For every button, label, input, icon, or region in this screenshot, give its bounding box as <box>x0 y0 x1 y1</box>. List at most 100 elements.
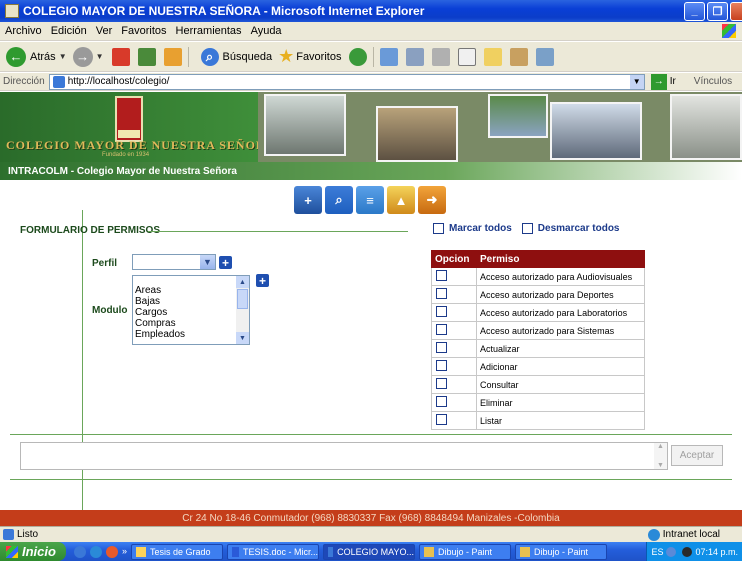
permission-checkbox[interactable] <box>436 342 447 353</box>
modulo-scrollbar[interactable]: ▲ ▼ <box>236 276 249 344</box>
permission-checkbox[interactable] <box>436 306 447 317</box>
language-indicator[interactable]: ES <box>651 547 663 557</box>
table-row: Actualizar <box>431 339 645 358</box>
folder-icon[interactable] <box>484 47 503 66</box>
permission-checkbox[interactable] <box>436 378 447 389</box>
comments-textarea[interactable]: ▲ ▼ <box>20 442 668 470</box>
close-button[interactable] <box>730 1 742 21</box>
taskbar-item[interactable]: Dibujo - Paint <box>419 543 512 560</box>
banner-photo <box>550 102 642 160</box>
menu-edicion[interactable]: Edición <box>51 25 87 37</box>
add-perfil-button[interactable]: + <box>219 256 232 269</box>
chevron-down-icon: ▼ <box>58 52 67 61</box>
ie-icon[interactable] <box>74 545 86 558</box>
messenger-icon[interactable] <box>536 47 555 66</box>
go-button[interactable]: Ir <box>670 76 676 87</box>
taskbar-item[interactable]: Tesis de Grado <box>131 543 224 560</box>
modulo-option[interactable]: Empleados <box>135 329 185 340</box>
task-label: Tesis de Grado <box>150 546 211 557</box>
permission-checkbox[interactable] <box>436 396 447 407</box>
menu-ver[interactable]: Ver <box>96 25 113 37</box>
firefox-icon[interactable] <box>106 545 118 558</box>
menu-herramientas[interactable]: Herramientas <box>176 25 242 37</box>
media-icon[interactable] <box>349 47 368 66</box>
clear-icon[interactable]: ▲ <box>387 186 415 214</box>
scroll-down-icon[interactable]: ▼ <box>236 332 249 344</box>
taskbar-item[interactable]: Dibujo - Paint <box>515 543 608 560</box>
accept-button[interactable]: Aceptar <box>671 445 723 466</box>
status-text: Listo <box>17 529 39 540</box>
permission-checkbox[interactable] <box>436 270 447 281</box>
mail-icon[interactable] <box>406 47 425 66</box>
ie-icon <box>328 546 334 557</box>
media-player-icon[interactable] <box>90 545 102 558</box>
menu-bar: Archivo Edición Ver Favoritos Herramient… <box>0 22 742 41</box>
arrow-icon[interactable] <box>666 546 677 557</box>
home-icon[interactable] <box>163 47 182 66</box>
minimize-button[interactable]: _ <box>684 1 705 21</box>
scroll-thumb[interactable] <box>237 289 248 309</box>
menu-archivo[interactable]: Archivo <box>5 25 42 37</box>
permission-checkbox[interactable] <box>436 360 447 371</box>
search-button[interactable]: ⌕ Búsqueda <box>200 47 273 66</box>
address-bar: Dirección http://localhost/colegio/ ▼ → … <box>0 73 742 91</box>
links-label[interactable]: Vínculos <box>694 76 732 87</box>
permission-name: Listar <box>476 411 645 430</box>
textarea-scrollbar[interactable]: ▲ ▼ <box>654 443 667 469</box>
permission-checkbox[interactable] <box>436 414 447 425</box>
scroll-up-icon[interactable]: ▲ <box>236 276 249 288</box>
start-button[interactable]: Inicio <box>0 542 66 561</box>
edit-icon[interactable] <box>458 47 477 66</box>
scroll-down-icon[interactable]: ▼ <box>657 462 664 469</box>
site-nav-strip: INTRACOLM - Colegio Mayor de Nuestra Señ… <box>0 162 742 180</box>
permission-checkbox[interactable] <box>436 288 447 299</box>
modulo-listbox[interactable]: Areas Bajas Cargos Compras Empleados ▲ ▼ <box>132 275 250 345</box>
document-icon[interactable]: ≡ <box>356 186 384 214</box>
status-bar: Listo Intranet local <box>0 526 742 542</box>
windows-logo-icon <box>6 545 18 558</box>
taskbar-item[interactable]: TESIS.doc - Micr... <box>227 543 320 560</box>
chevron-down-icon[interactable]: ▼ <box>200 255 215 269</box>
refresh-icon[interactable] <box>137 47 156 66</box>
paint-icon <box>424 546 435 557</box>
exit-icon[interactable]: ➜ <box>418 186 446 214</box>
forward-button[interactable]: → ▼ <box>72 46 104 67</box>
back-button[interactable]: ← Atrás ▼ <box>6 46 67 67</box>
research-icon[interactable] <box>510 47 529 66</box>
address-input[interactable]: http://localhost/colegio/ ▼ <box>48 73 645 90</box>
modulo-option[interactable]: Compras <box>135 318 185 329</box>
unmark-all-label[interactable]: Desmarcar todos <box>538 223 620 234</box>
menu-ayuda[interactable]: Ayuda <box>251 25 282 37</box>
form-title-divider <box>148 231 408 232</box>
page-footer: Cr 24 No 18-46 Conmutador (968) 8830337 … <box>0 510 742 526</box>
stop-icon[interactable] <box>111 47 130 66</box>
print-icon[interactable] <box>432 47 451 66</box>
modulo-option[interactable]: Areas <box>135 285 185 296</box>
add-modulo-button[interactable]: + <box>256 274 269 287</box>
header-banner: COLEGIO MAYOR DE NUESTRA SEÑORA Fundado … <box>0 92 742 162</box>
search-icon[interactable]: ⌕ <box>325 186 353 214</box>
perfil-select[interactable]: ▼ <box>132 254 216 270</box>
favorites-button[interactable]: ★ Favoritos <box>278 46 341 67</box>
scroll-up-icon[interactable]: ▲ <box>657 443 664 450</box>
taskbar-item-active[interactable]: COLEGIO MAYO... <box>323 543 416 560</box>
back-arrow-icon: ← <box>6 46 26 67</box>
modulo-option[interactable]: Bajas <box>135 296 185 307</box>
search-label: Búsqueda <box>222 50 273 63</box>
go-arrow-icon[interactable]: → <box>650 73 667 90</box>
mark-all-label[interactable]: Marcar todos <box>449 223 512 234</box>
crest-ribbon <box>118 130 140 138</box>
chevron-down-icon[interactable]: ▼ <box>629 74 644 89</box>
modulo-option[interactable]: Cargos <box>135 307 185 318</box>
perfil-label: Perfil <box>92 258 118 269</box>
permission-checkbox[interactable] <box>436 324 447 335</box>
maximize-button[interactable]: ❐ <box>707 1 728 21</box>
chevron-right-icon[interactable]: » <box>122 546 127 558</box>
add-record-icon[interactable]: + <box>294 186 322 214</box>
unmark-all-checkbox[interactable] <box>521 223 533 234</box>
table-row: Listar <box>431 411 645 430</box>
history-icon[interactable] <box>380 47 399 66</box>
menu-favoritos[interactable]: Favoritos <box>121 25 166 37</box>
mark-all-checkbox[interactable] <box>433 223 444 234</box>
tray-app-icon[interactable] <box>682 546 693 557</box>
